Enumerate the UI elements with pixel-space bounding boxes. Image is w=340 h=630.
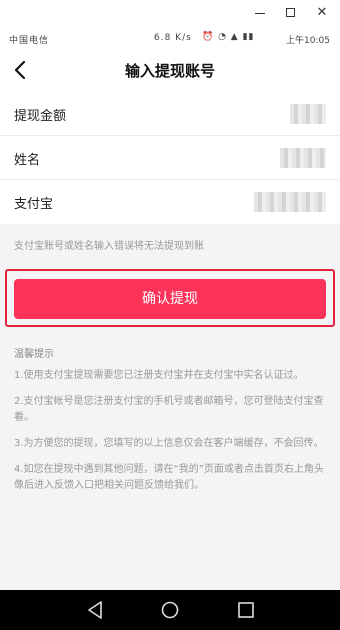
amount-label: 提现金额 <box>14 109 67 124</box>
system-recents-button[interactable] <box>234 598 258 622</box>
tip-item: 4.如您在提现中遇到其他问题，请在“我的”页面或者点击首页右上角头像后进入反馈入… <box>14 464 324 491</box>
name-label: 姓名 <box>14 153 41 168</box>
window-titlebar: ✕ <box>0 0 340 28</box>
input-hint: 支付宝账号或姓名输入错误将无法提现到账 <box>14 241 204 252</box>
withdraw-form: 提现金额 姓名 支付宝 <box>0 92 340 224</box>
square-recents-icon <box>238 602 254 618</box>
system-nav-bar <box>0 590 340 630</box>
minimize-button[interactable] <box>250 4 272 22</box>
close-icon: ✕ <box>316 5 328 20</box>
maximize-icon <box>286 8 295 17</box>
system-back-button[interactable] <box>84 598 108 622</box>
status-bar: 中国电信 6.8 K/s ⏰ ◔ ▲ ▮▮ 上午10:05 <box>0 28 340 48</box>
page-title: 输入提现账号 <box>124 62 215 80</box>
name-row[interactable]: 姓名 <box>0 136 340 180</box>
amount-value-blurred <box>290 104 326 124</box>
status-time: 上午10:05 <box>286 36 330 46</box>
confirm-withdraw-button[interactable]: 确认提现 <box>14 279 326 319</box>
minimize-icon <box>255 13 265 14</box>
close-button[interactable]: ✕ <box>311 4 333 22</box>
name-value-blurred <box>280 148 326 168</box>
alipay-value-blurred <box>254 192 326 212</box>
circle-home-icon <box>161 601 179 619</box>
triangle-back-icon <box>88 601 102 619</box>
system-home-button[interactable] <box>158 598 182 622</box>
alipay-row[interactable]: 支付宝 <box>0 180 340 224</box>
tip-item: 2.支付宝帐号是您注册支付宝的手机号或者邮箱号，您可登陆支付宝查看。 <box>14 396 324 423</box>
tip-item: 1.使用支付宝提现需要您已注册支付宝并在支付宝中实名认证过。 <box>14 370 304 381</box>
status-icons: ⏰ ◔ ▲ ▮▮ <box>202 32 255 42</box>
nav-bar: 输入提现账号 <box>0 48 340 92</box>
net-speed: 6.8 K/s <box>154 33 192 43</box>
carrier-label: 中国电信 <box>9 36 50 46</box>
tips-title: 温馨提示 <box>14 349 54 360</box>
maximize-button[interactable] <box>280 4 302 22</box>
tip-item: 3.为方便您的提现，您填写的以上信息仅会在客户端缓存，不会回传。 <box>14 438 324 449</box>
tips-list: 1.使用支付宝提现需要您已注册支付宝并在支付宝中实名认证过。 2.支付宝帐号是您… <box>14 368 328 504</box>
alipay-label: 支付宝 <box>14 197 54 212</box>
amount-row[interactable]: 提现金额 <box>0 92 340 136</box>
